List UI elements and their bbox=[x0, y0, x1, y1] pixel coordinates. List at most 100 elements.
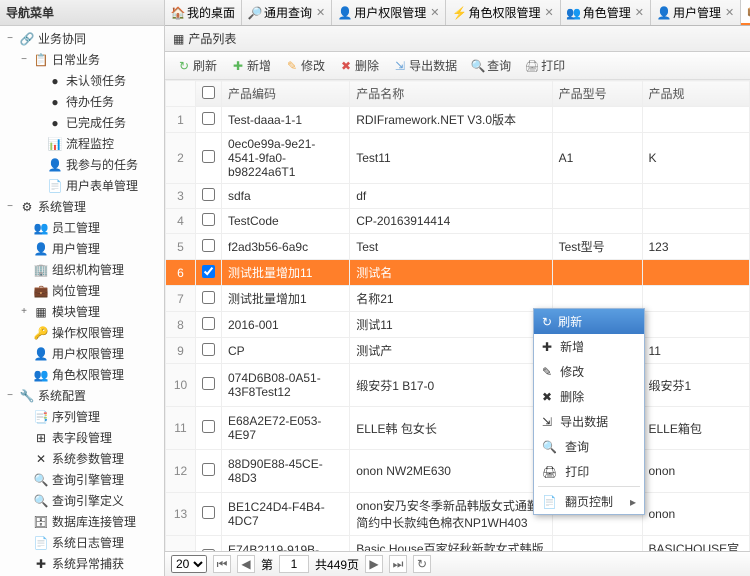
ctxmenu-item[interactable]: ↻刷新 bbox=[534, 309, 644, 334]
row-checkbox[interactable] bbox=[202, 265, 215, 278]
ctxmenu-item[interactable]: ✖删除 bbox=[534, 384, 644, 409]
tree-toggle-icon[interactable]: + bbox=[18, 306, 30, 318]
pager-next-button[interactable]: ▶ bbox=[365, 555, 383, 573]
row-checkbox[interactable] bbox=[202, 377, 215, 390]
table-row[interactable]: 13BE1C24D4-F4B4-4DC7onon安乃安冬季新品韩版女式通勤简约中… bbox=[166, 493, 750, 536]
table-row[interactable]: 1Test-daaa-1-1RDIFramework.NET V3.0版本 bbox=[166, 107, 750, 133]
row-checkbox[interactable] bbox=[202, 549, 215, 551]
column-header[interactable]: 产品编码 bbox=[222, 81, 350, 107]
nav-tree: −🔗业务协同−📋日常业务●未认领任务●待办任务●已完成任务📊流程监控👤我参与的任… bbox=[0, 26, 164, 576]
close-icon[interactable]: ✕ bbox=[316, 6, 325, 19]
row-checkbox[interactable] bbox=[202, 343, 215, 356]
tree-item[interactable]: ●未认领任务 bbox=[0, 70, 164, 91]
tab[interactable]: 👤用户权限管理✕ bbox=[332, 0, 446, 25]
tree-item[interactable]: −🔗业务协同 bbox=[0, 28, 164, 49]
toolbar-button[interactable]: 🔍查询 bbox=[465, 55, 517, 76]
page-size-select[interactable]: 20 bbox=[171, 555, 207, 573]
row-checkbox[interactable] bbox=[202, 150, 215, 163]
column-header[interactable]: 产品型号 bbox=[552, 81, 642, 107]
tree-item[interactable]: −⚙系统管理 bbox=[0, 196, 164, 217]
pager-refresh-button[interactable]: ↻ bbox=[413, 555, 431, 573]
row-checkbox[interactable] bbox=[202, 291, 215, 304]
tab[interactable]: 🔎通用查询✕ bbox=[242, 0, 332, 25]
tree-item[interactable]: 👤用户管理 bbox=[0, 238, 164, 259]
tree-item[interactable]: −📋日常业务 bbox=[0, 49, 164, 70]
tree-item[interactable]: 🔑操作权限管理 bbox=[0, 322, 164, 343]
tree-item[interactable]: 🏢组织机构管理 bbox=[0, 259, 164, 280]
close-icon[interactable]: ✕ bbox=[545, 6, 554, 19]
tree-item[interactable]: 🔍查询引擎定义 bbox=[0, 490, 164, 511]
toolbar-button[interactable]: ⇲导出数据 bbox=[387, 55, 463, 76]
tree-item[interactable]: 📑序列管理 bbox=[0, 406, 164, 427]
column-header[interactable]: 产品名称 bbox=[350, 81, 552, 107]
row-checkbox[interactable] bbox=[202, 213, 215, 226]
tab[interactable]: 🏠我的桌面 bbox=[165, 0, 242, 25]
tab[interactable]: 📦产品管✕ bbox=[741, 0, 750, 25]
row-checkbox[interactable] bbox=[202, 239, 215, 252]
tree-item[interactable]: ⊞表字段管理 bbox=[0, 427, 164, 448]
tab[interactable]: 👤用户管理✕ bbox=[651, 0, 741, 25]
tab[interactable]: ⚡角色权限管理✕ bbox=[446, 0, 560, 25]
tree-item[interactable]: 🔍查询引擎管理 bbox=[0, 469, 164, 490]
ctxmenu-item[interactable]: 📄翻页控制▸ bbox=[534, 489, 644, 514]
close-icon[interactable]: ✕ bbox=[725, 6, 734, 19]
tree-toggle-icon[interactable]: − bbox=[4, 201, 16, 213]
tree-item[interactable]: ●已完成任务 bbox=[0, 112, 164, 133]
toolbar-button[interactable]: ✖删除 bbox=[333, 55, 385, 76]
ctxmenu-item[interactable]: 🖨打印 bbox=[534, 459, 644, 484]
table-row[interactable]: 11E68A2E72-E053-4E97ELLE韩 包女长PVC29140韩版钱… bbox=[166, 407, 750, 450]
row-checkbox[interactable] bbox=[202, 188, 215, 201]
ctxmenu-item[interactable]: ✚新增 bbox=[534, 334, 644, 359]
tree-toggle-icon[interactable]: − bbox=[4, 390, 16, 402]
row-checkbox[interactable] bbox=[202, 463, 215, 476]
row-checkbox[interactable] bbox=[202, 506, 215, 519]
tree-item[interactable]: 📄用户表单管理 bbox=[0, 175, 164, 196]
tree-item[interactable]: 👤我参与的任务 bbox=[0, 154, 164, 175]
table-row[interactable]: 14E74B2119-919B-4EBABasic House百家好秋新款女式韩… bbox=[166, 536, 750, 552]
table-row[interactable]: 7测试批量增加1名称21 bbox=[166, 286, 750, 312]
table-row[interactable]: 82016-001测试11 bbox=[166, 312, 750, 338]
row-checkbox[interactable] bbox=[202, 112, 215, 125]
tree-item[interactable]: 📄系统日志管理 bbox=[0, 532, 164, 553]
table-row[interactable]: 4TestCodeCP-20163914414 bbox=[166, 209, 750, 234]
tree-item[interactable]: 👤用户权限管理 bbox=[0, 343, 164, 364]
tree-item[interactable]: ✕系统参数管理 bbox=[0, 448, 164, 469]
table-row[interactable]: 9CP测试产14-7811 bbox=[166, 338, 750, 364]
table-row[interactable]: 1288D90E88-45CE-48D3onon NW2ME630网显瘦存棉树无… bbox=[166, 450, 750, 493]
tree-toggle-icon[interactable]: − bbox=[18, 54, 30, 66]
column-header[interactable]: 产品规 bbox=[642, 81, 750, 107]
toolbar-button[interactable]: ↻刷新 bbox=[171, 55, 223, 76]
table-row[interactable]: 3sdfadf bbox=[166, 184, 750, 209]
pager-last-button[interactable]: ⏭ bbox=[389, 555, 407, 573]
tree-item[interactable]: ●待办任务 bbox=[0, 91, 164, 112]
tab[interactable]: 👥角色管理✕ bbox=[561, 0, 651, 25]
toolbar-button[interactable]: ✎修改 bbox=[279, 55, 331, 76]
table-row[interactable]: 6测试批量增加11测试名 bbox=[166, 260, 750, 286]
tree-item[interactable]: 💼岗位管理 bbox=[0, 280, 164, 301]
tree-item[interactable]: −🔧系统配置 bbox=[0, 385, 164, 406]
tree-item[interactable]: 🗄数据库连接管理 bbox=[0, 511, 164, 532]
tree-item[interactable]: +▦模块管理 bbox=[0, 301, 164, 322]
tree-item[interactable]: 📊流程监控 bbox=[0, 133, 164, 154]
table-row[interactable]: 20ec0e99a-9e21-4541-9fa0-b98224a6T1Test1… bbox=[166, 133, 750, 184]
tree-toggle-icon[interactable]: − bbox=[4, 33, 16, 45]
toolbar-button[interactable]: 🖨打印 bbox=[519, 55, 571, 76]
table-row[interactable]: 10074D6B08-0A51-43F8Test12缎安芬1 B17-0边3/4… bbox=[166, 364, 750, 407]
toolbar-button[interactable]: ✚新增 bbox=[225, 55, 277, 76]
ctxmenu-item[interactable]: 🔍查询 bbox=[534, 434, 644, 459]
ctxmenu-item[interactable]: ⇲导出数据 bbox=[534, 409, 644, 434]
tree-item[interactable]: 👥员工管理 bbox=[0, 217, 164, 238]
row-checkbox[interactable] bbox=[202, 317, 215, 330]
select-all-checkbox[interactable] bbox=[202, 86, 215, 99]
tree-node-label: 组织机构管理 bbox=[52, 261, 124, 278]
table-row[interactable]: 5f2ad3b56-6a9cTestTest型号123 bbox=[166, 234, 750, 260]
close-icon[interactable]: ✕ bbox=[430, 6, 439, 19]
row-checkbox[interactable] bbox=[202, 420, 215, 433]
ctxmenu-item[interactable]: ✎修改 bbox=[534, 359, 644, 384]
tree-item[interactable]: 👥角色权限管理 bbox=[0, 364, 164, 385]
pager-page-input[interactable] bbox=[279, 555, 309, 573]
close-icon[interactable]: ✕ bbox=[635, 6, 644, 19]
pager-prev-button[interactable]: ◀ bbox=[237, 555, 255, 573]
tree-item[interactable]: ✚系统异常捕获 bbox=[0, 553, 164, 574]
pager-first-button[interactable]: ⏮ bbox=[213, 555, 231, 573]
